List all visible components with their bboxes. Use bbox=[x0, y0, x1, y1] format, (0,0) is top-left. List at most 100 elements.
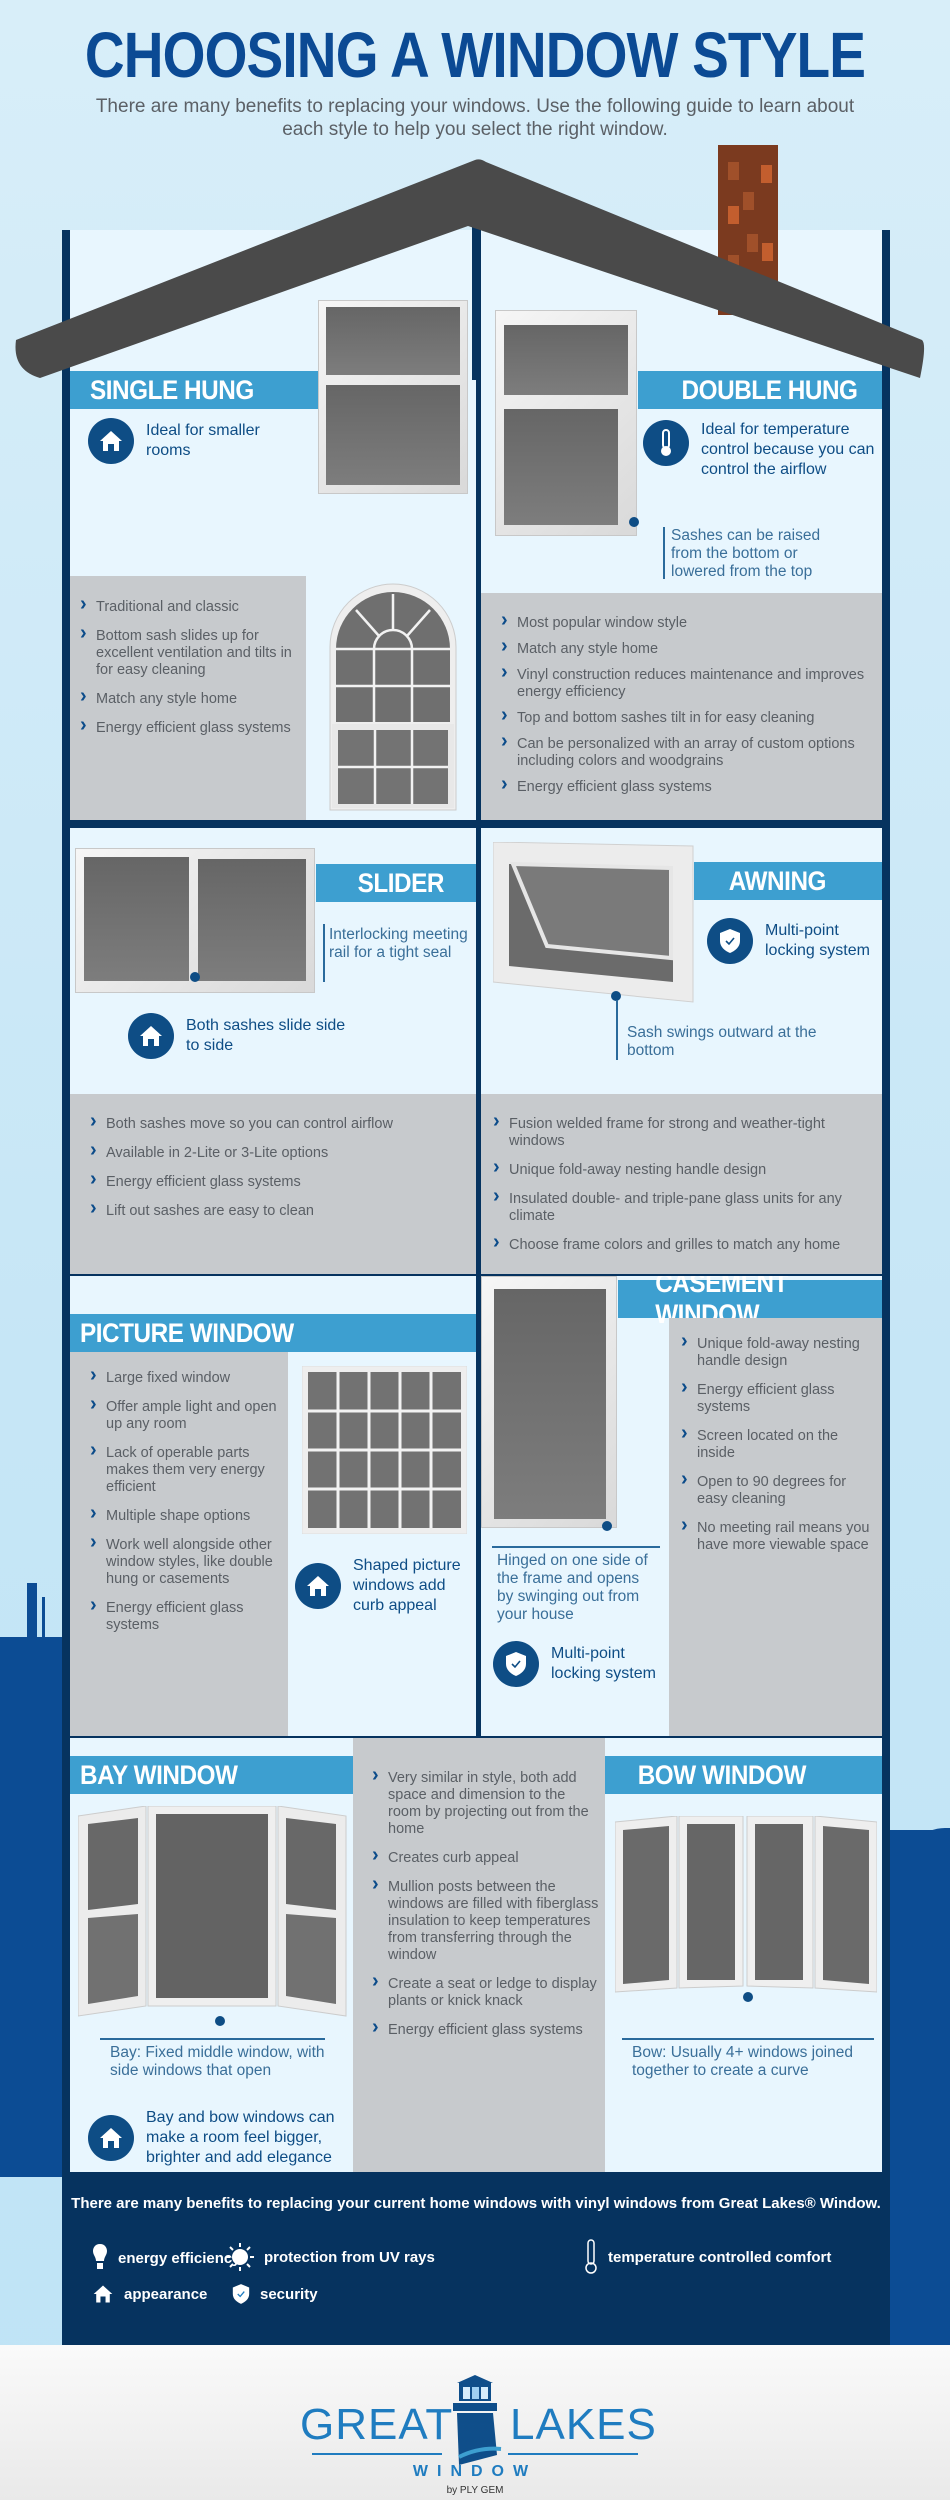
awning-panel: Sash swings outward at the bottom AWNING… bbox=[481, 828, 882, 1274]
logo-text-lakes: LAKES bbox=[510, 2400, 657, 2449]
casement-bullets: Unique fold-away nesting handle design E… bbox=[681, 1333, 879, 1566]
city-silhouette-right bbox=[890, 1830, 950, 2350]
list-item: Match any style home bbox=[80, 688, 300, 708]
casement-window-image bbox=[481, 1276, 617, 1528]
awning-feature-text: Multi-point locking system bbox=[765, 922, 870, 959]
city-silhouette-left bbox=[0, 1637, 62, 2177]
single-hung-bullets: Traditional and classic Bottom sash slid… bbox=[80, 596, 300, 749]
callout-bracket bbox=[622, 2038, 874, 2040]
slider-callout: Interlocking meeting rail for a tight se… bbox=[329, 926, 468, 961]
bay-title: BAY WINDOW bbox=[80, 1759, 238, 1790]
slider-title-band: SLIDER bbox=[316, 864, 476, 902]
house-icon bbox=[128, 1013, 174, 1059]
list-item: Top and bottom sashes tilt in for easy c… bbox=[501, 707, 871, 727]
list-item: Very similar in style, both add space an… bbox=[372, 1767, 602, 1838]
roof bbox=[15, 145, 925, 380]
arched-window-image bbox=[328, 582, 458, 812]
list-item: Energy efficient glass systems bbox=[681, 1379, 879, 1416]
benefits-panel: There are many benefits to replacing you… bbox=[62, 2175, 890, 2345]
list-item: Traditional and classic bbox=[80, 596, 300, 616]
callout-dot bbox=[629, 517, 639, 527]
awning-feature: Multi-point locking system bbox=[707, 918, 882, 964]
list-item: Fusion welded frame for strong and weath… bbox=[493, 1113, 878, 1150]
list-item: No meeting rail means you have more view… bbox=[681, 1517, 879, 1554]
bay-feature-text: Bay and bow windows can make a room feel… bbox=[146, 2109, 335, 2166]
single-hung-feature-text: Ideal for smaller rooms bbox=[146, 422, 260, 459]
logo-text-great: GREAT bbox=[300, 2400, 454, 2449]
house-body: SINGLE HUNG Ideal for smaller rooms Trad… bbox=[62, 230, 890, 2345]
double-hung-feature-text: Ideal for temperature control because yo… bbox=[701, 421, 875, 478]
list-item: Energy efficient glass systems bbox=[372, 2019, 602, 2039]
bay-bow-bullets: Very similar in style, both add space an… bbox=[372, 1767, 602, 2051]
awning-window-image bbox=[492, 841, 695, 1012]
bow-title: BOW WINDOW bbox=[637, 1759, 807, 1790]
picture-title: PICTURE WINDOW bbox=[80, 1317, 294, 1348]
bow-window-image bbox=[614, 1815, 878, 1998]
bay-feature: Bay and bow windows can make a room feel… bbox=[88, 2108, 354, 2168]
thermometer-icon bbox=[643, 420, 689, 466]
awning-title-band: AWNING bbox=[694, 862, 882, 900]
double-hung-callout: Sashes can be raised from the bottom or … bbox=[671, 527, 821, 580]
center-divider bbox=[476, 230, 481, 1736]
slider-feature: Both sashes slide side to side bbox=[128, 1013, 408, 1059]
callout-bracket bbox=[616, 1000, 618, 1060]
benefit-uv-protection: protection from UV rays bbox=[226, 2243, 435, 2271]
list-item: Open to 90 degrees for easy cleaning bbox=[681, 1471, 879, 1508]
house-icon bbox=[93, 2285, 113, 2303]
list-item: Energy efficient glass systems bbox=[90, 1597, 286, 1634]
casement-title-band: CASEMENT WINDOW bbox=[618, 1276, 882, 1329]
list-item: Match any style home bbox=[501, 638, 871, 658]
picture-feature: Shaped picture windows add curb appeal bbox=[295, 1556, 475, 1616]
list-item: Energy efficient glass systems bbox=[90, 1171, 470, 1191]
picture-title-band: PICTURE WINDOW bbox=[70, 1314, 476, 1352]
list-item: Vinyl construction reduces maintenance a… bbox=[501, 664, 871, 701]
picture-panel: PICTURE WINDOW Large fixed window Offer … bbox=[70, 1276, 476, 1736]
sun-icon bbox=[226, 2243, 254, 2271]
slider-panel: SLIDER Interlocking meeting rail for a t… bbox=[70, 828, 476, 1274]
shield-icon bbox=[493, 1641, 539, 1687]
list-item: Creates curb appeal bbox=[372, 1847, 602, 1867]
list-item: Both sashes move so you can control airf… bbox=[90, 1113, 470, 1133]
city-tower-left bbox=[27, 1583, 37, 1638]
bow-title-band: BOW WINDOW bbox=[605, 1756, 882, 1794]
slider-bullets: Both sashes move so you can control airf… bbox=[90, 1113, 470, 1232]
list-item: Lift out sashes are easy to clean bbox=[90, 1200, 470, 1220]
benefits-title: There are many benefits to replacing you… bbox=[71, 2195, 881, 2212]
list-item: Unique fold-away nesting handle design bbox=[681, 1333, 879, 1370]
list-item: Can be personalized with an array of cus… bbox=[501, 733, 871, 770]
callout-dot bbox=[602, 1521, 612, 1531]
lightbulb-icon bbox=[93, 2244, 107, 2269]
callout-bracket bbox=[100, 2038, 325, 2040]
roof-shape bbox=[15, 159, 925, 378]
picture-window-image bbox=[301, 1365, 468, 1535]
list-item: Mullion posts between the windows are fi… bbox=[372, 1876, 602, 1964]
callout-dot bbox=[215, 2016, 225, 2026]
list-item: Energy efficient glass systems bbox=[501, 776, 871, 796]
benefit-appearance: appearance bbox=[92, 2283, 207, 2305]
picture-bullets: Large fixed window Offer ample light and… bbox=[90, 1367, 286, 1646]
page-subtitle: There are many benefits to replacing you… bbox=[95, 96, 855, 140]
shield-icon bbox=[232, 2284, 250, 2304]
casement-feature-text: Multi-point locking system bbox=[551, 1645, 656, 1682]
thermometer-icon bbox=[585, 2239, 597, 2274]
list-item: Large fixed window bbox=[90, 1367, 286, 1387]
footer: GREAT LAKES WINDOW by PLY GEM bbox=[0, 2345, 950, 2500]
house-icon bbox=[88, 2115, 134, 2161]
double-hung-bullets: Most popular window style Match any styl… bbox=[501, 612, 871, 805]
shield-icon bbox=[707, 918, 753, 964]
lighthouse-icon bbox=[453, 2375, 502, 2465]
callout-bracket bbox=[663, 527, 665, 579]
list-item: Energy efficient glass systems bbox=[80, 717, 300, 737]
slider-title: SLIDER bbox=[357, 867, 445, 898]
list-item: Available in 2-Lite or 3-Lite options bbox=[90, 1142, 470, 1162]
single-hung-feature: Ideal for smaller rooms bbox=[88, 418, 298, 464]
logo-rule-right bbox=[508, 2453, 638, 2455]
list-item: Offer ample light and open up any room bbox=[90, 1396, 286, 1433]
bay-callout: Bay: Fixed middle window, with side wind… bbox=[110, 2044, 325, 2079]
house-icon bbox=[295, 1563, 341, 1609]
benefit-security: security bbox=[232, 2283, 318, 2305]
bay-window-image bbox=[77, 1805, 348, 2021]
callout-dot bbox=[190, 972, 200, 982]
list-item: Unique fold-away nesting handle design bbox=[493, 1159, 878, 1179]
picture-feature-text: Shaped picture windows add curb appeal bbox=[353, 1557, 461, 1614]
